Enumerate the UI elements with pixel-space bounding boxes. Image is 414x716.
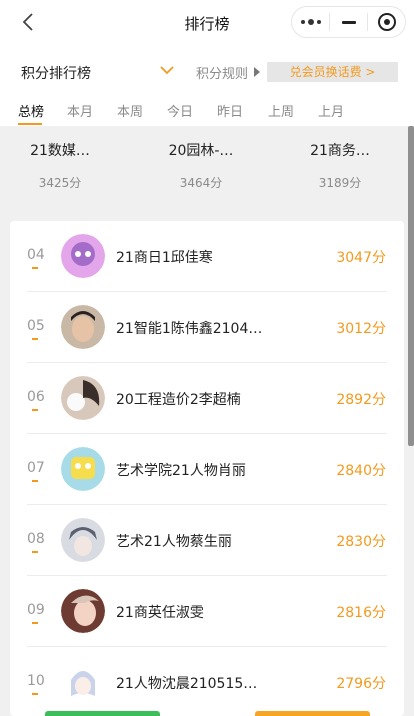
podium-score: 3189分 [318,176,362,190]
avatar [61,589,105,633]
rank-number: 08 [27,531,45,547]
user-name: 21人物沈晨210515… [116,676,258,692]
ranking-row[interactable]: 06 20工程造价2李超楠 2892分 [10,363,404,434]
rank-mark [32,622,38,624]
user-name: 20工程造价2李超楠 [116,392,241,408]
rank-number: 10 [27,673,45,689]
ranking-list: 04 21商日1邱佳寒 3047分 05 21智能1陈伟鑫2104… 3012分… [10,221,404,716]
bottom-action-button-left[interactable] [45,711,160,716]
user-score: 2830分 [336,534,386,550]
avatar [61,305,105,349]
rank-number: 07 [27,460,45,476]
rank-mark [32,480,38,482]
tab-today[interactable]: 今日 [167,101,193,120]
rank-mark [32,409,38,411]
avatar [61,234,105,278]
user-score: 2840分 [336,463,386,479]
rank-number: 06 [27,389,45,405]
podium-name: 20园林-… [168,143,234,159]
period-tabs: 总榜 本月 本周 今日 昨日 上周 上月 [0,96,414,126]
podium-name: 21商务… [310,143,370,159]
more-menu-button[interactable] [292,7,329,37]
ranking-row[interactable]: 10 21人物沈晨210515… 2796分 [10,647,404,716]
tab-yesterday[interactable]: 昨日 [217,101,243,120]
user-name: 艺术学院21人物肖丽 [116,463,246,479]
mini-program-capsule [291,6,406,38]
points-rules-link[interactable]: 积分规则 [196,63,248,82]
user-score: 2816分 [336,605,386,621]
ranking-row[interactable]: 07 艺术学院21人物肖丽 2840分 [10,434,404,505]
scrollbar[interactable] [408,126,414,446]
podium-name: 21数媒… [30,143,90,159]
tab-month[interactable]: 本月 [67,101,93,120]
minus-icon [341,20,356,24]
user-score: 3012分 [336,321,386,337]
user-score: 2892分 [336,392,386,408]
active-tab-indicator [18,123,42,125]
user-name: 21智能1陈伟鑫2104… [116,321,263,337]
rank-number: 09 [27,602,45,618]
ranking-row[interactable]: 04 21商日1邱佳寒 3047分 [10,221,404,292]
ranking-row[interactable]: 09 21商英任淑雯 2816分 [10,576,404,647]
rank-mark [32,693,38,695]
minimize-button[interactable] [330,7,367,37]
podium-score: 3464分 [179,176,223,190]
tab-last-week[interactable]: 上周 [268,101,294,120]
user-score: 2796分 [336,676,386,692]
avatar [61,447,105,491]
tab-all[interactable]: 总榜 [18,101,44,120]
avatar [61,660,105,704]
podium-item[interactable]: 21数媒… 3425分 [5,140,115,191]
chevron-down-icon [160,66,174,75]
rank-number: 04 [27,247,45,263]
ranking-type-label: 积分排行榜 [21,66,91,82]
nav-bar: 排行榜 [0,0,414,46]
podium-score: 3425分 [38,176,82,190]
rank-number: 05 [27,318,45,334]
ranking-row[interactable]: 05 21智能1陈伟鑫2104… 3012分 [10,292,404,363]
rank-mark [32,338,38,340]
avatar [61,376,105,420]
user-score: 3047分 [336,250,386,266]
more-dots-icon [300,19,321,25]
exchange-membership-button[interactable]: 兑会员换话费 > [267,62,398,82]
podium-item[interactable]: 21商务… 3189分 [285,140,395,191]
target-circle-icon [377,13,396,31]
rank-mark [32,267,38,269]
podium-item[interactable]: 20园林-… 3464分 [146,140,256,191]
user-name: 21商日1邱佳寒 [116,250,213,266]
play-arrow-icon [254,67,260,77]
user-name: 21商英任淑雯 [116,605,204,621]
close-mini-program-button[interactable] [368,7,405,37]
user-name: 艺术21人物蔡生丽 [116,534,232,550]
ranking-row[interactable]: 08 艺术21人物蔡生丽 2830分 [10,505,404,576]
tab-last-month[interactable]: 上月 [318,101,344,120]
avatar [61,518,105,562]
bottom-action-button-right[interactable] [255,711,370,716]
rank-mark [32,551,38,553]
tab-week[interactable]: 本周 [117,101,143,120]
